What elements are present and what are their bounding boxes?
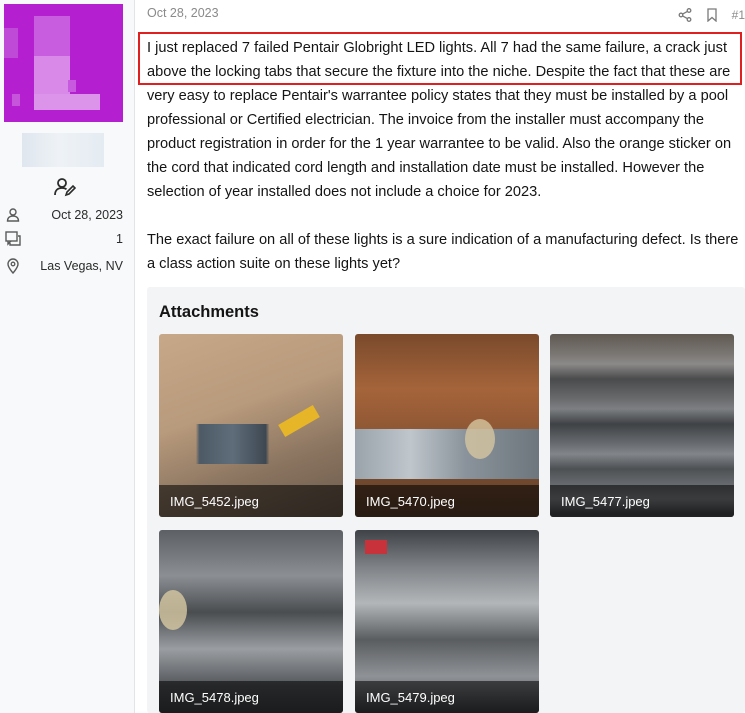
attachment-name: IMG_5477.jpeg: [550, 485, 734, 517]
attachment-name: IMG_5470.jpeg: [355, 485, 539, 517]
post-main: Oct 28, 2023 #1 I just replaced 7 failed…: [135, 0, 745, 713]
post-date[interactable]: Oct 28, 2023: [147, 6, 219, 20]
stat-location: Las Vegas, NV: [0, 256, 135, 278]
stat-joined: Oct 28, 2023: [0, 205, 135, 227]
user-info-column: Oct 28, 2023 1 Las Vegas, NV: [0, 0, 135, 713]
location-pin-icon: [5, 258, 21, 275]
attachments-title: Attachments: [159, 303, 259, 321]
username-blurred[interactable]: [22, 133, 104, 167]
forum-post-page: Oct 28, 2023 1 Las Vegas, NV Oct 28, 202…: [0, 0, 745, 713]
share-icon[interactable]: [678, 8, 692, 22]
avatar[interactable]: [4, 4, 123, 122]
attachment-thumbnail-5[interactable]: IMG_5479.jpeg: [355, 530, 539, 713]
attachment-thumbnail-1[interactable]: IMG_5452.jpeg: [159, 334, 343, 517]
attachment-thumbnail-3[interactable]: IMG_5477.jpeg: [550, 334, 734, 517]
attachment-thumbnail-4[interactable]: IMG_5478.jpeg: [159, 530, 343, 713]
post-paragraph-2: The exact failure on all of these lights…: [147, 232, 739, 272]
attachment-thumbnail-2[interactable]: IMG_5470.jpeg: [355, 334, 539, 517]
message-count[interactable]: 1: [116, 232, 123, 246]
post-paragraph-1: I just replaced 7 failed Pentair Globrig…: [147, 40, 732, 200]
post-number[interactable]: #1: [732, 8, 745, 22]
messages-icon: [5, 231, 21, 247]
bookmark-icon[interactable]: [706, 8, 718, 22]
stat-messages: 1: [0, 229, 135, 251]
joined-date: Oct 28, 2023: [51, 208, 123, 222]
attachment-name: IMG_5478.jpeg: [159, 681, 343, 713]
user-edit-icon[interactable]: [54, 177, 77, 197]
attachment-name: IMG_5452.jpeg: [159, 485, 343, 517]
attachment-name: IMG_5479.jpeg: [355, 681, 539, 713]
attachments-panel: Attachments IMG_5452.jpeg IMG_5470.jpeg …: [147, 287, 745, 713]
post-body: I just replaced 7 failed Pentair Globrig…: [147, 36, 739, 300]
location[interactable]: Las Vegas, NV: [40, 259, 123, 273]
user-icon: [5, 207, 21, 223]
post-actions: #1: [678, 6, 745, 24]
